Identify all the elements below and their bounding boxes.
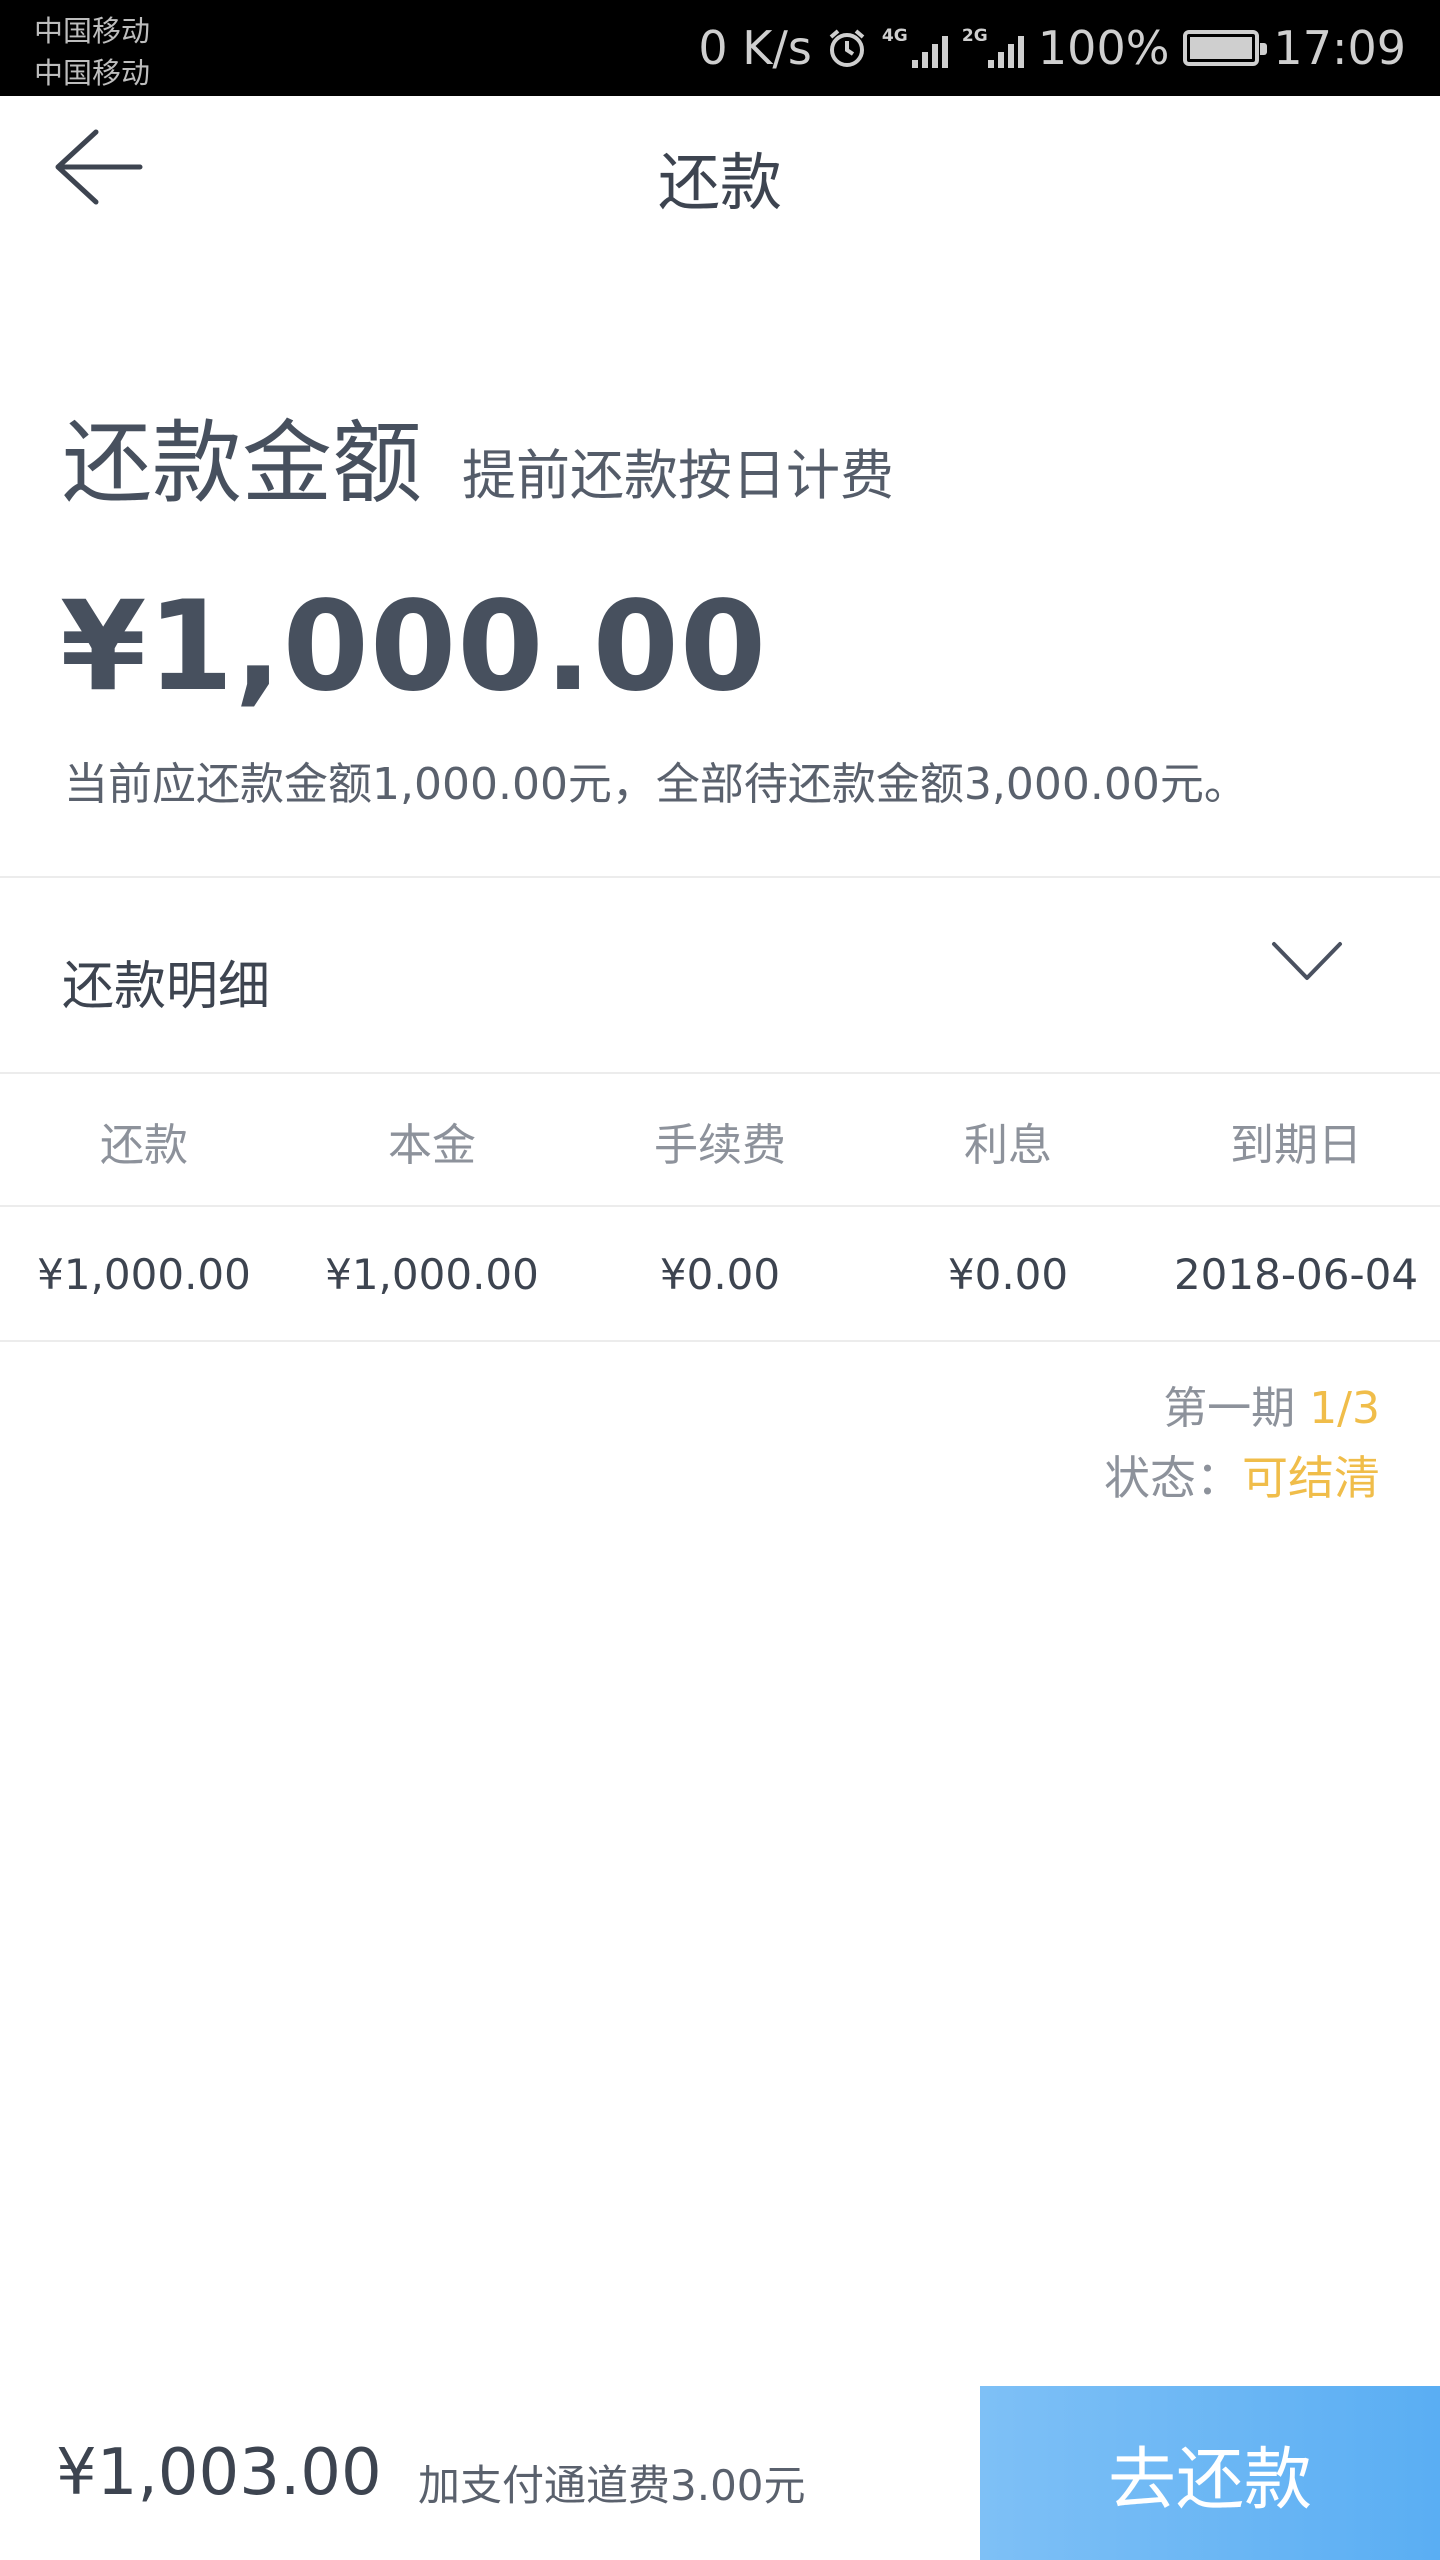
carrier-2: 中国移动 xyxy=(34,56,151,90)
total-amount: ¥1,003.00 xyxy=(56,2436,382,2510)
period-value: 1/3 xyxy=(1309,1383,1380,1434)
carrier-info: 中国移动 中国移动 xyxy=(34,10,150,94)
amount-title: 还款金额 xyxy=(62,411,422,516)
pay-button[interactable]: 去还款 xyxy=(980,2386,1440,2560)
page-title: 还款 xyxy=(657,146,782,219)
carrier-1: 中国移动 xyxy=(34,14,151,48)
signal-2g-icon: 2G xyxy=(962,26,1024,68)
network-speed: 0 K/s xyxy=(698,21,812,75)
status-bar: 中国移动 中国移动 0 K/s 4G 2G 100% 17:09 xyxy=(0,0,1440,96)
cell-principal: ¥1,000.00 xyxy=(325,1249,539,1299)
header-due-date: 到期日 xyxy=(1230,1120,1362,1171)
table-header: 还款 本金 手续费 利息 到期日 xyxy=(0,1076,1440,1206)
status-label: 状态： xyxy=(1104,1451,1242,1505)
amount-subtitle: 提前还款按日计费 xyxy=(462,444,894,507)
app-header: 还款 xyxy=(0,96,1440,238)
cell-due-date: 2018-06-04 xyxy=(1173,1249,1419,1299)
divider xyxy=(0,1072,1440,1074)
installment-period: 第一期 1/3 xyxy=(1163,1372,1380,1436)
header-principal: 本金 xyxy=(388,1120,476,1171)
header-interest: 利息 xyxy=(964,1120,1052,1171)
period-label: 第一期 xyxy=(1163,1383,1296,1434)
cell-interest: ¥0.00 xyxy=(947,1249,1069,1299)
installment-status: 状态：可结清 xyxy=(1104,1442,1380,1508)
amount-heading: 还款金额 提前还款按日计费 xyxy=(62,390,894,520)
repayment-amount: ¥1,000.00 xyxy=(60,575,768,719)
divider xyxy=(0,1340,1440,1342)
repayment-detail-toggle[interactable]: 还款明细 xyxy=(0,880,1440,1074)
bottom-bar: ¥1,003.00 加支付通道费3.00元 去还款 xyxy=(0,2386,1440,2560)
chevron-down-icon[interactable] xyxy=(1270,938,1344,984)
battery-percent: 100% xyxy=(1037,21,1170,75)
status-indicators: 0 K/s 4G 2G 100% 17:09 xyxy=(698,0,1406,96)
clock: 17:09 xyxy=(1273,21,1406,75)
detail-label: 还款明细 xyxy=(62,957,271,1017)
signal-4g-icon: 4G xyxy=(882,26,948,68)
header-fee: 手续费 xyxy=(654,1120,786,1171)
divider xyxy=(0,1205,1440,1207)
amount-summary: 当前应还款金额1,000.00元，全部待还款金额3,000.00元。 xyxy=(64,759,1248,810)
cell-repayment: ¥1,000.00 xyxy=(37,1249,251,1299)
header-repayment: 还款 xyxy=(100,1120,188,1171)
battery-icon xyxy=(1183,30,1268,66)
status-value: 可结清 xyxy=(1242,1451,1380,1505)
cell-fee: ¥0.00 xyxy=(659,1249,781,1299)
divider xyxy=(0,876,1440,878)
alarm-icon xyxy=(829,29,865,67)
table-row: ¥1,000.00 ¥1,000.00 ¥0.00 ¥0.00 2018-06-… xyxy=(0,1208,1440,1340)
fee-note: 加支付通道费3.00元 xyxy=(418,2461,806,2510)
